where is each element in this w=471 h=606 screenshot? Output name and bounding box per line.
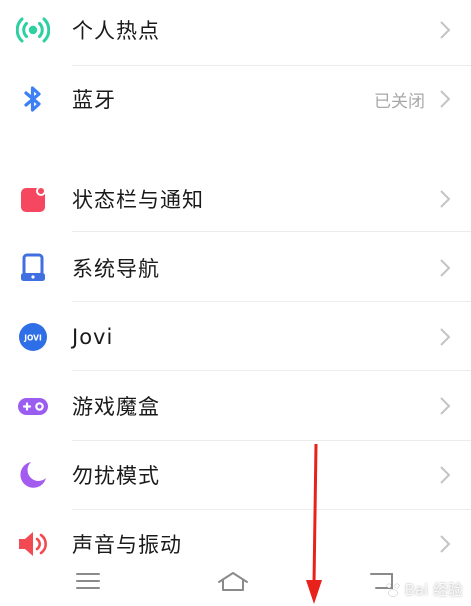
divider [72,301,471,302]
chevron-right-icon [440,21,451,39]
chevron-right-icon [440,397,451,415]
jovi-icon: JOVI [16,320,50,354]
divider [72,509,471,510]
game-box-icon [16,389,50,423]
settings-item-jovi[interactable]: JOVI Jovi [0,307,471,367]
settings-item-hotspot[interactable]: 个人热点 [0,0,471,60]
divider [72,231,471,232]
settings-item-game-box[interactable]: 游戏魔盒 [0,376,471,436]
settings-item-label: 状态栏与通知 [72,188,204,212]
chevron-right-icon [440,90,451,108]
watermark: Bai 经验 [384,579,463,600]
statusbar-notification-icon [16,182,50,216]
annotation-arrow [306,444,322,604]
hotspot-icon [16,13,50,47]
settings-item-label: 蓝牙 [72,88,116,112]
chevron-right-icon [440,466,451,484]
speaker-icon [16,527,50,561]
chevron-right-icon [440,535,451,553]
divider [72,65,471,66]
settings-item-label: 个人热点 [72,19,160,43]
settings-item-label: 系统导航 [72,257,160,281]
settings-page: 个人热点 蓝牙 已关闭 状态栏与通知 系统导航 JOVI Jovi 游戏魔盒 勿… [0,0,471,606]
svg-text:JOVI: JOVI [23,334,42,343]
watermark-text: Bai 经验 [404,581,463,599]
moon-icon [16,458,50,492]
home-icon[interactable] [215,566,251,596]
settings-item-label: 声音与振动 [72,533,182,557]
settings-item-label: Jovi [72,325,114,349]
section-gap [0,134,471,164]
system-navigation-icon [16,251,50,285]
bluetooth-status: 已关闭 [374,91,425,112]
paw-logo-icon [386,583,400,597]
settings-item-label: 勿扰模式 [72,464,160,488]
settings-item-do-not-disturb[interactable]: 勿扰模式 [0,445,471,505]
divider [72,440,471,441]
chevron-right-icon [440,190,451,208]
settings-item-label: 游戏魔盒 [72,395,160,419]
chevron-right-icon [440,259,451,277]
chevron-right-icon [440,328,451,346]
divider [72,370,471,371]
settings-item-system-navigation[interactable]: 系统导航 [0,238,471,298]
menu-icon[interactable] [70,566,106,596]
bluetooth-icon [16,82,50,116]
settings-item-bluetooth[interactable]: 蓝牙 已关闭 [0,69,471,129]
settings-item-statusbar-notification[interactable]: 状态栏与通知 [0,169,471,229]
